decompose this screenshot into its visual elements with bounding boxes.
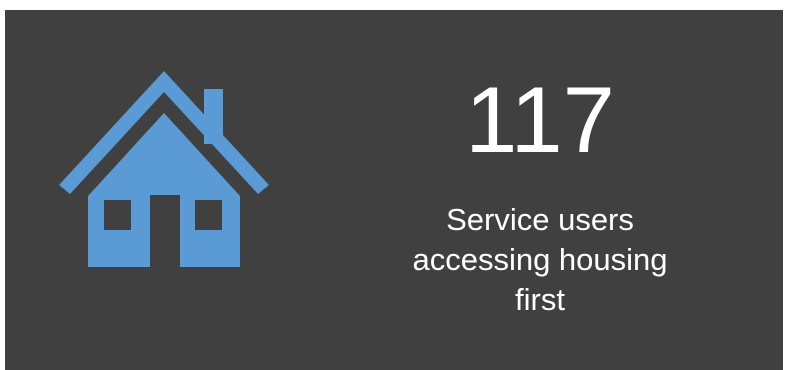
stat-label: Service users accessing housing first: [345, 200, 735, 320]
stat-label-line-2: accessing housing: [412, 242, 668, 277]
stat-label-line-3: first: [515, 282, 565, 317]
stat-card: 117 Service users accessing housing firs…: [5, 10, 783, 370]
stat-label-line-1: Service users: [446, 202, 634, 237]
stat-value: 117: [465, 67, 615, 172]
